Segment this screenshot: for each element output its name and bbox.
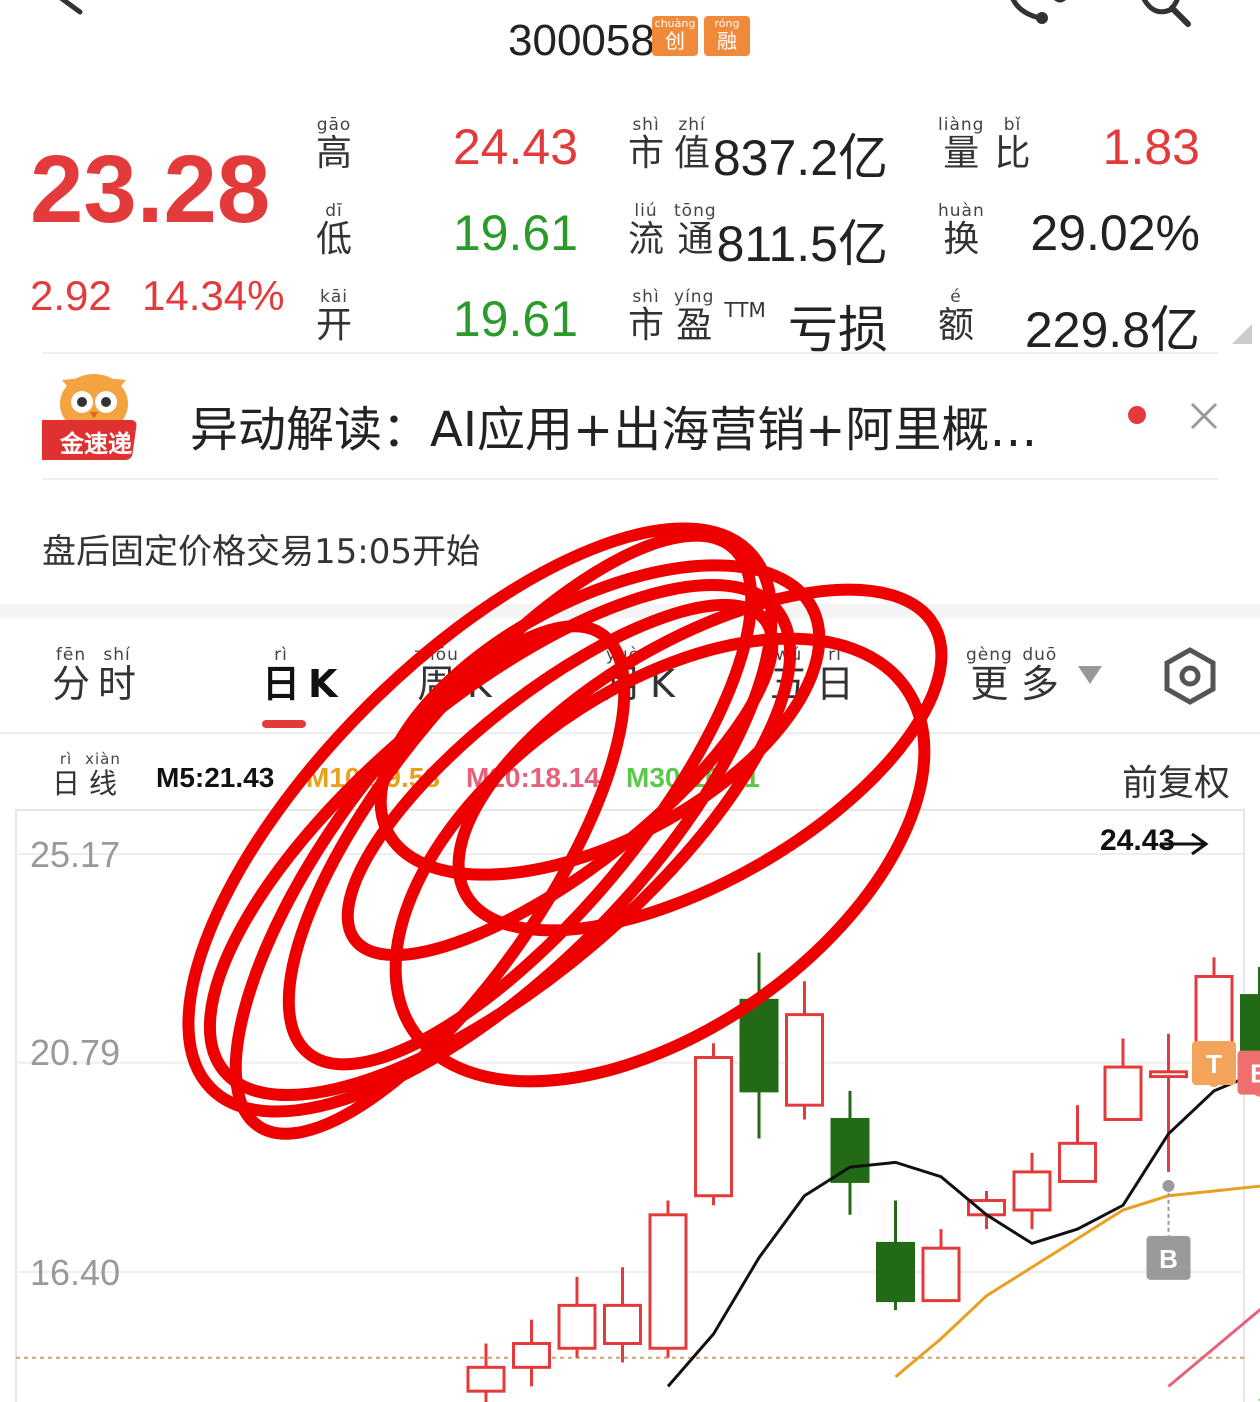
settings-hexagon-icon <box>1164 647 1216 705</box>
quote-field-value: 1.83 <box>1102 119 1200 175</box>
divider <box>42 478 1218 480</box>
quote-field-label: é额 <box>938 287 975 346</box>
news-logo: 金速递 <box>32 372 146 462</box>
quote-field-label: shì 市 yíng 盈 TTM <box>628 287 766 346</box>
quote-field-value: 24.43 <box>452 119 578 175</box>
divider <box>0 732 1260 734</box>
section-separator <box>0 604 1260 618</box>
current-price: 23.28 <box>30 136 271 243</box>
ma5-value: M5:21.43 <box>156 762 275 793</box>
quote-field-label: huàn 换 <box>938 201 985 260</box>
ma20-line <box>1167 1307 1260 1388</box>
rong-tag: róng 融 <box>704 16 750 56</box>
tab-2[interactable]: zhōu 周 K <box>414 646 500 704</box>
signal-marker-dot <box>1162 1179 1175 1192</box>
candle-body <box>1012 1170 1052 1212</box>
ma10-value: M10:19.58 <box>306 762 440 793</box>
quote-field-value: 19.61 <box>452 205 578 261</box>
quote-field-value: 811.5亿 <box>716 216 888 272</box>
close-news-button[interactable] <box>1186 398 1222 434</box>
candle-body <box>830 1117 870 1183</box>
quote-field-value: 837.2亿 <box>712 130 888 186</box>
y-tick-label: 25.17 <box>30 834 121 875</box>
back-arrow-icon <box>59 0 83 15</box>
arrow-right-icon <box>1160 832 1209 856</box>
price-change-percent: 14.34% <box>142 272 285 319</box>
quote-field-label: liàng 量 bǐ 比 <box>938 115 1031 174</box>
candle-body <box>876 1241 915 1303</box>
kline-chart[interactable]: BT B <box>0 800 1260 1402</box>
candle-body <box>921 1246 961 1303</box>
tab-3[interactable]: yuè 月 K <box>604 646 683 704</box>
customer-service-button[interactable] <box>1000 0 1080 40</box>
ma30-value: M30:16.01 <box>626 762 760 793</box>
chuang-tag: chuàng 创 <box>652 16 698 56</box>
candle-body <box>557 1303 597 1350</box>
active-tab-indicator <box>262 720 306 728</box>
signal-marker-label: T <box>1206 1049 1222 1079</box>
collapse-corner-icon[interactable] <box>1232 324 1252 344</box>
search-button[interactable] <box>1130 0 1200 40</box>
ttm-suffix: TTM <box>724 298 766 322</box>
quote-field-label: gāo 高 <box>316 115 353 174</box>
tab-5[interactable]: gèng 更 duō 多 <box>966 646 1067 704</box>
candle-body <box>785 1013 824 1107</box>
close-icon <box>1190 402 1218 430</box>
tab-4[interactable]: wǔ 五 rì 日 <box>770 646 862 704</box>
headset-icon <box>1010 0 1066 24</box>
divider <box>42 352 1218 354</box>
signal-marker-label: B <box>1159 1244 1178 1274</box>
line-type-label: rì 日 xiàn 线 <box>52 750 121 800</box>
tab-0[interactable]: fēn 分 shí 时 <box>52 646 144 704</box>
candle-body <box>466 1365 506 1393</box>
tab-1[interactable]: rì 日 K <box>262 646 345 704</box>
candle-body <box>694 1056 733 1198</box>
candle-body <box>512 1341 551 1369</box>
quote-field-label: dī 低 <box>316 201 353 260</box>
adjust-mode-button[interactable]: 前复权 <box>1122 754 1230 806</box>
quote-field-value: 29.02% <box>1030 205 1200 261</box>
news-logo-text: 金速递 <box>60 430 132 458</box>
search-icon <box>1141 0 1191 27</box>
quote-field-label: shì 市 zhí 值 <box>628 115 711 174</box>
y-tick-label: 20.79 <box>30 1032 121 1073</box>
candle-body <box>648 1213 688 1350</box>
chart-settings-button[interactable] <box>1160 646 1220 706</box>
candle-body <box>1103 1065 1143 1121</box>
unread-dot <box>1128 406 1146 424</box>
news-headline[interactable]: 异动解读：AI应用+出海营销+阿里概… <box>190 390 1037 460</box>
y-tick-label: 16.40 <box>30 1252 121 1293</box>
ma20-value: M20:18.14 <box>466 762 600 793</box>
trading-notice: 盘后固定价格交易15:05开始 <box>42 532 480 572</box>
candle-body <box>603 1303 642 1345</box>
back-button[interactable] <box>40 0 90 20</box>
more-dropdown-icon[interactable] <box>1078 666 1102 684</box>
quote-field-label: kāi 开 <box>316 287 353 346</box>
quote-field-value: 19.61 <box>452 291 578 347</box>
quote-field-label: liú 流 tōng 通 <box>628 201 717 260</box>
candle-body <box>1149 1070 1188 1079</box>
price-change: 2.92 <box>30 272 112 319</box>
stock-code: 300058 <box>508 16 655 65</box>
signal-marker-label: B <box>1250 1059 1260 1089</box>
candle-body <box>739 998 779 1093</box>
candle-body <box>1058 1141 1097 1183</box>
